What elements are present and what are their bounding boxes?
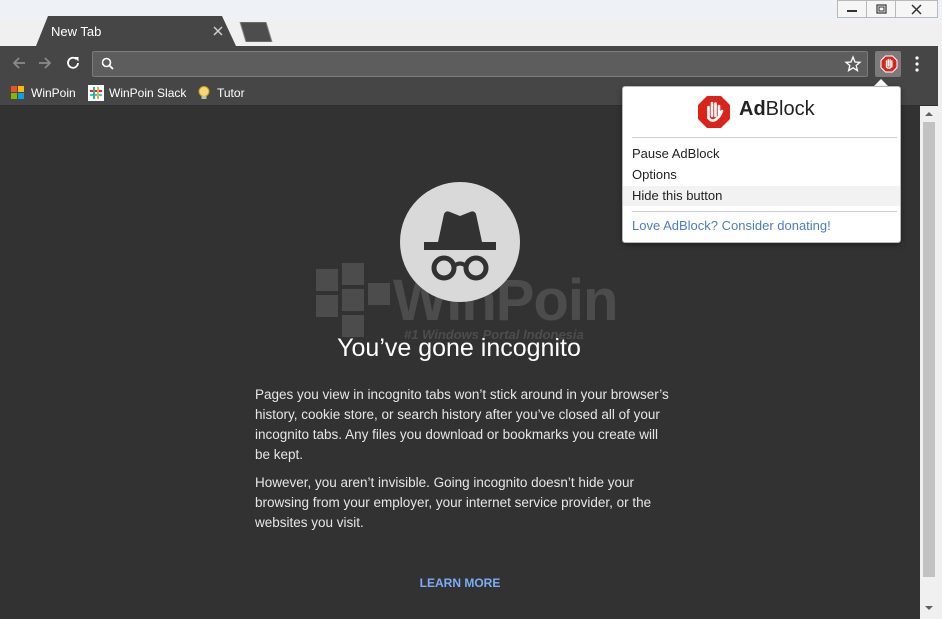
forward-arrow-icon[interactable] (36, 54, 54, 72)
close-window-button[interactable] (895, 0, 938, 18)
bookmark-label: WinPoin Slack (109, 86, 187, 100)
tab-title: New Tab (51, 24, 102, 39)
scrollbar-thumb[interactable] (923, 122, 935, 577)
winpoin-favicon-icon (11, 86, 24, 99)
reload-icon[interactable] (64, 54, 82, 72)
bookmark-winpoin[interactable]: WinPoin (10, 84, 76, 102)
bookmark-tutor[interactable]: Tutor (196, 84, 245, 102)
menu-dots-icon[interactable] (910, 55, 924, 73)
learn-more-link[interactable]: LEARN MORE (400, 576, 520, 590)
minimize-button[interactable] (837, 0, 867, 18)
restore-icon (875, 4, 887, 14)
close-icon (911, 3, 922, 15)
options-item[interactable]: Options (623, 165, 900, 185)
slack-favicon-icon (88, 85, 104, 101)
pause-adblock-item[interactable]: Pause AdBlock (623, 144, 900, 164)
incognito-paragraph-1: Pages you view in incognito tabs won’t s… (255, 387, 669, 462)
winpoin-watermark-logo (316, 263, 390, 337)
bookmark-winpoin-slack[interactable]: WinPoin Slack (88, 84, 186, 102)
new-tab-button[interactable] (238, 22, 274, 42)
hide-button-item[interactable]: Hide this button (623, 186, 900, 206)
incognito-paragraph-2: However, you aren’t invisible. Going inc… (255, 475, 652, 530)
popup-divider (632, 137, 897, 138)
back-arrow-icon[interactable] (10, 54, 28, 72)
scroll-up-arrow-icon[interactable] (920, 106, 938, 122)
adblock-hand-icon (880, 55, 898, 73)
incognito-title: You’ve gone incognito (337, 334, 581, 362)
search-icon (101, 57, 114, 70)
restore-button[interactable] (866, 0, 896, 18)
bookmark-star-icon[interactable] (844, 55, 862, 73)
bookmark-label: WinPoin (31, 86, 76, 100)
adblock-brand: AdBlock (739, 98, 815, 121)
address-bar[interactable] (92, 51, 868, 77)
adblock-logo-icon (698, 96, 730, 128)
brand-prefix: Ad (739, 98, 766, 120)
tab-close-icon[interactable] (212, 25, 224, 37)
popup-divider (632, 211, 897, 212)
minimize-icon (847, 10, 857, 12)
donate-link[interactable]: Love AdBlock? Consider donating! (632, 218, 831, 233)
brand-suffix: Block (765, 98, 815, 120)
bulb-favicon-icon (198, 86, 210, 99)
scroll-down-arrow-icon[interactable] (920, 600, 938, 616)
bookmark-label: Tutor (217, 86, 245, 100)
incognito-spy-icon (424, 211, 496, 281)
